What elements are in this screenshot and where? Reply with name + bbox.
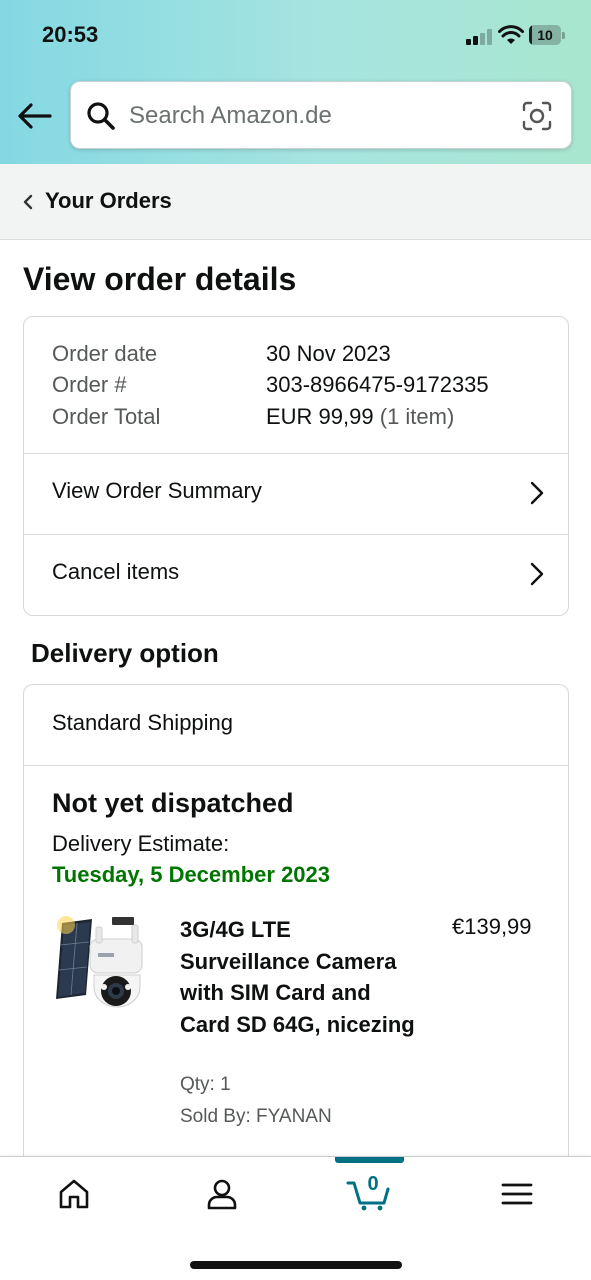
seller-name[interactable]: FYANAN — [256, 1106, 332, 1127]
page-title: View order details — [23, 261, 297, 297]
view-order-summary-link[interactable]: View Order Summary — [24, 454, 568, 534]
order-details-card: Order date 30 Nov 2023 Order # 303-89664… — [23, 316, 569, 616]
order-date-value: 30 Nov 2023 — [266, 341, 391, 366]
menu-icon — [501, 1183, 533, 1205]
order-total-amount: EUR 99,99 — [266, 404, 374, 429]
product-title[interactable]: 3G/4G LTE Surveillance Camera with SIM C… — [180, 914, 420, 1040]
app-header: 20:53 10 — [0, 0, 591, 164]
order-date-label: Order date — [52, 341, 158, 366]
order-number-label: Order # — [52, 372, 127, 397]
delivery-card: Standard Shipping Not yet dispatched Del… — [23, 684, 569, 1204]
chevron-left-icon — [23, 194, 33, 210]
cancel-items-link[interactable]: Cancel items — [24, 535, 568, 615]
product-quantity: Qty: 1 — [180, 1074, 231, 1095]
nav-account[interactable] — [148, 1157, 296, 1237]
home-icon — [59, 1179, 89, 1209]
shipment-status: Not yet dispatched — [52, 788, 294, 818]
order-total-items: (1 item) — [379, 404, 455, 429]
chevron-right-icon — [530, 481, 544, 505]
nav-menu[interactable] — [443, 1157, 591, 1237]
product-image[interactable] — [52, 915, 152, 1015]
cart-count: 0 — [367, 1173, 379, 1195]
wifi-icon — [498, 25, 524, 44]
order-total-label: Order Total — [52, 404, 161, 429]
order-number-value: 303-8966475-9172335 — [266, 372, 489, 397]
order-total-value: EUR 99,99 (1 item) — [266, 404, 454, 430]
nav-home[interactable] — [0, 1157, 148, 1237]
divider — [24, 765, 568, 766]
delivery-estimate-date: Tuesday, 5 December 2023 — [52, 862, 331, 887]
sold-by-label: Sold By: — [180, 1106, 251, 1127]
account-icon — [207, 1179, 237, 1210]
product-price: €139,99 — [452, 914, 532, 939]
camera-icon[interactable] — [521, 100, 553, 132]
status-time: 20:53 — [42, 22, 99, 47]
battery-level: 10 — [537, 27, 553, 43]
breadcrumb-your-orders[interactable]: Your Orders — [45, 188, 172, 214]
home-indicator — [190, 1261, 402, 1269]
delivery-estimate-label: Delivery Estimate: — [52, 831, 230, 856]
shipping-method: Standard Shipping — [52, 710, 234, 735]
search-icon[interactable] — [85, 100, 117, 132]
view-order-summary-label: View Order Summary — [52, 478, 262, 503]
breadcrumb[interactable]: Your Orders — [0, 164, 591, 240]
battery-icon: 10 — [529, 25, 565, 45]
nav-cart[interactable] — [296, 1157, 444, 1237]
delivery-option-heading: Delivery option — [31, 638, 219, 668]
bottom-navigation: 0 — [0, 1156, 591, 1280]
cellular-signal-icon — [466, 29, 494, 45]
search-bar[interactable] — [70, 81, 572, 149]
cancel-items-label: Cancel items — [52, 559, 180, 584]
search-input[interactable] — [129, 98, 509, 134]
product-seller: Sold By: FYANAN — [180, 1106, 332, 1128]
chevron-right-icon — [530, 562, 544, 586]
back-arrow-icon[interactable] — [16, 101, 54, 131]
